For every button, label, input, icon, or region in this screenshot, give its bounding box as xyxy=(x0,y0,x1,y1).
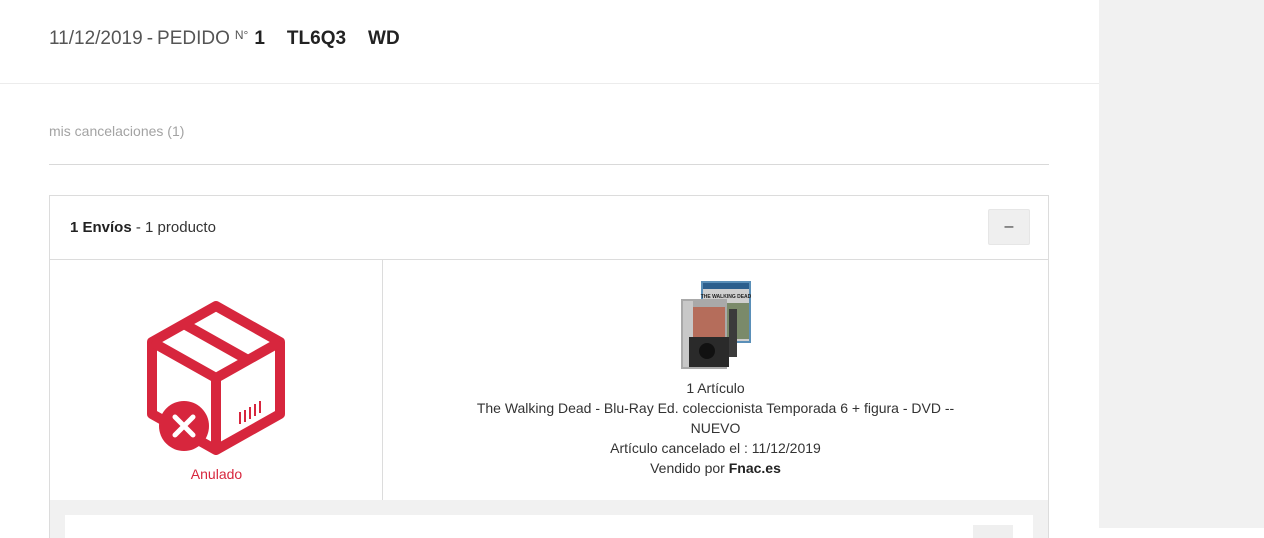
order-separator: - xyxy=(146,28,154,49)
tracking-card-button[interactable] xyxy=(973,525,1013,538)
order-label: PEDIDO xyxy=(157,28,230,49)
collapse-button[interactable]: – xyxy=(988,209,1030,245)
main-content: 11/12/2019 - PEDIDO N° 1 TL6Q3 WD mis ca… xyxy=(0,0,1099,538)
shipment-summary: 1 Envíos - 1 producto xyxy=(70,219,216,236)
cancelled-label: Artículo cancelado el : xyxy=(610,440,752,456)
product-text: 1 Artículo The Walking Dead - Blu-Ray Ed… xyxy=(383,378,1048,478)
shipment-count: 1 Envíos xyxy=(70,219,132,236)
sold-by-label: Vendido por xyxy=(650,460,729,476)
order-title: 11/12/2019 - PEDIDO N° 1 TL6Q3 WD xyxy=(49,28,401,52)
cancelled-date: 11/12/2019 xyxy=(751,440,821,456)
order-detail-page: 11/12/2019 - PEDIDO N° 1 TL6Q3 WD mis ca… xyxy=(0,0,1264,538)
cancelled-box-icon xyxy=(147,301,285,455)
status-label: Anulado xyxy=(190,466,243,482)
seller-name: Fnac.es xyxy=(728,460,781,476)
order-number: 1 xyxy=(254,28,265,49)
order-header: 11/12/2019 - PEDIDO N° 1 TL6Q3 WD xyxy=(0,0,1099,84)
order-code: TL6Q3 xyxy=(286,28,347,49)
shipment-footer xyxy=(50,500,1048,538)
shipment-products: 1 producto xyxy=(145,219,216,236)
product-name[interactable]: The Walking Dead - Blu-Ray Ed. coleccion… xyxy=(466,398,966,438)
order-number-symbol: N° xyxy=(234,28,249,42)
order-code-suffix: WD xyxy=(368,28,400,49)
order-date: 11/12/2019 xyxy=(49,28,143,49)
sold-by-line: Vendido por Fnac.es xyxy=(383,458,1048,478)
cancelled-line: Artículo cancelado el : 11/12/2019 xyxy=(383,438,1048,458)
product-image[interactable]: THE WALKING DEAD xyxy=(679,279,753,371)
cancellations-title: mis cancelaciones (1) xyxy=(49,123,185,139)
section-divider xyxy=(49,164,1049,165)
shipment-card: 1 Envíos - 1 producto – Anulado THE WALK… xyxy=(49,195,1049,538)
right-gutter xyxy=(1099,0,1264,528)
product-quantity: 1 Artículo xyxy=(686,380,745,396)
shipment-tracking-card xyxy=(65,515,1033,538)
shipment-header: 1 Envíos - 1 producto – xyxy=(50,196,1048,260)
product-details: THE WALKING DEAD 1 Artículo The Walking … xyxy=(383,260,1048,500)
shipment-summary-separator: - xyxy=(131,219,146,236)
shipment-status: Anulado xyxy=(50,260,383,500)
